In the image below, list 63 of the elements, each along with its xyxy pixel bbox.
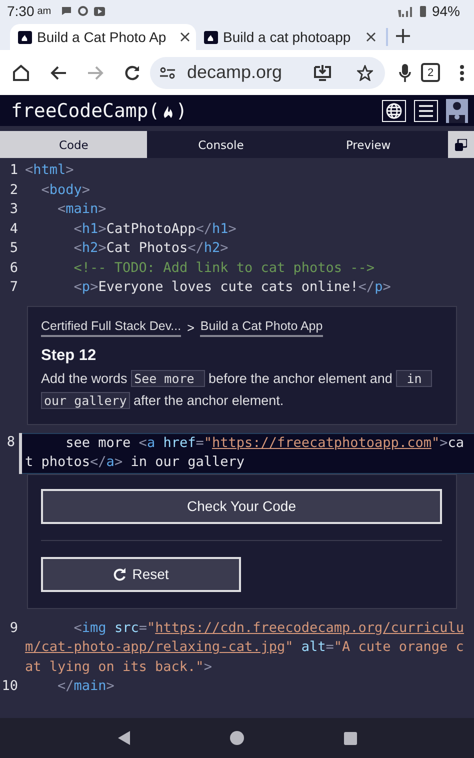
battery-level: 94%: [432, 3, 460, 19]
microphone-icon[interactable]: [399, 64, 411, 82]
line-number: 7: [8, 278, 19, 297]
menu-button[interactable]: [414, 100, 438, 122]
back-icon[interactable]: [118, 731, 130, 745]
more-icon[interactable]: [460, 64, 464, 80]
tab-count-button[interactable]: 2: [421, 63, 440, 82]
close-icon[interactable]: [180, 32, 190, 42]
logo-text: ): [176, 100, 188, 122]
code-line: <h1>CatPhotoApp</h1>: [72, 220, 238, 238]
code-line: <main>: [56, 200, 108, 219]
browser-tab[interactable]: Build a cat photoapp: [196, 24, 382, 50]
play-icon: [94, 6, 106, 16]
windows-icon: [454, 138, 467, 150]
tune-icon[interactable]: [160, 66, 175, 78]
editor-tab[interactable]: Code: [0, 131, 148, 158]
line-number: 5: [8, 239, 19, 258]
back-icon[interactable]: [50, 66, 66, 80]
code-line: <p>Everyone loves cute cats online!</p>: [72, 278, 392, 297]
window-button[interactable]: [448, 131, 474, 158]
clock-period: am: [37, 6, 52, 16]
avatar-icon[interactable]: [446, 98, 468, 122]
address-bar[interactable]: decamp.org: [150, 56, 385, 88]
code-line: <body>: [40, 180, 92, 200]
step-title: Step 12: [41, 346, 98, 364]
code-line: <img src="https://cdn.freecodecamp.org/curriculum/cat-photo-app/relaxing-cat.jpg" alt="A cute orange cat lying on its back.">: [24, 618, 465, 676]
plus-icon[interactable]: [396, 29, 410, 43]
close-icon[interactable]: [366, 32, 376, 42]
line-number: 9: [8, 618, 19, 638]
check-code-button[interactable]: Check Your Code: [41, 488, 442, 524]
code-line: <html>: [24, 161, 75, 180]
home-icon[interactable]: [230, 731, 244, 745]
line-number: 10: [0, 677, 19, 696]
breadcrumb-link[interactable]: Build a Cat Photo App: [200, 318, 323, 336]
message-icon: [61, 6, 72, 16]
site-logo-icon: [204, 30, 218, 44]
reset-button[interactable]: Reset: [41, 556, 241, 592]
recents-icon[interactable]: [344, 732, 356, 744]
battery-icon: [420, 6, 426, 16]
reload-icon[interactable]: [124, 64, 140, 80]
line-number: 1: [8, 161, 19, 180]
line-number: 2: [8, 180, 19, 200]
code-line: <!-- TODO: Add link to cat photos -->: [72, 258, 376, 278]
signal-icon: [398, 6, 414, 16]
logo-text: freeCodeCamp(: [11, 100, 160, 122]
line-number: 4: [8, 220, 19, 238]
site-logo-icon: [18, 30, 32, 44]
language-button[interactable]: [382, 100, 406, 122]
home-icon[interactable]: [12, 64, 30, 82]
breadcrumb-separator: >: [187, 320, 194, 334]
breadcrumb-link[interactable]: Certified Full Stack Dev...: [41, 318, 182, 336]
reload-icon: [113, 568, 126, 580]
circle-icon: [78, 6, 88, 16]
star-icon[interactable]: [357, 64, 373, 80]
globe-icon: [386, 102, 402, 118]
menu-icon: [419, 104, 433, 116]
line-number: 6: [8, 258, 19, 278]
download-icon[interactable]: [314, 64, 331, 80]
clock-time: 7:30: [7, 3, 34, 19]
browser-tab[interactable]: Build a Cat Photo Ap: [10, 24, 196, 50]
code-line: <h2>Cat Photos</h2>: [72, 239, 230, 258]
code-line: </main>: [56, 677, 116, 696]
line-number: 3: [8, 200, 19, 219]
